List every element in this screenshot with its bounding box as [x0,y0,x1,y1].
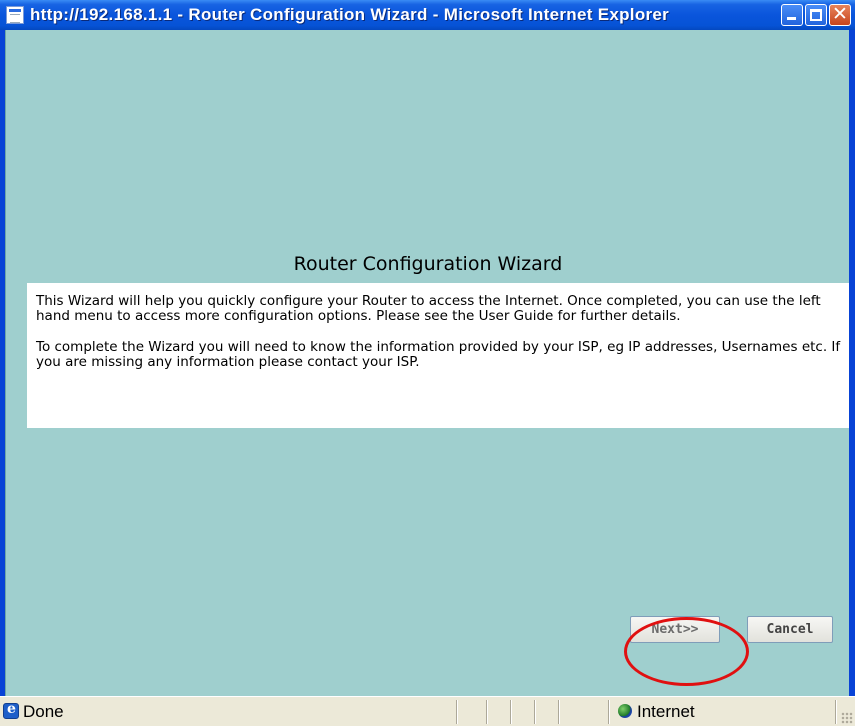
ie-page-icon [6,6,24,24]
resize-grip-icon[interactable] [841,712,853,724]
wizard-intro-paragraph: This Wizard will help you quickly config… [36,293,821,324]
status-divider [456,700,458,724]
status-divider [486,700,488,724]
title-bar[interactable]: http://192.168.1.1 - Router Configuratio… [0,0,855,30]
page-title: Router Configuration Wizard [293,253,563,275]
minimize-button[interactable] [781,4,803,26]
status-text: Done [23,702,64,721]
status-bar: Done Internet [0,696,855,726]
close-button[interactable]: ✕ [829,3,851,26]
globe-icon [618,704,632,718]
maximize-button[interactable] [805,4,827,26]
status-divider [510,700,512,724]
status-divider [558,700,560,724]
status-divider [534,700,536,724]
status-divider [608,700,610,724]
security-zone-text: Internet [637,702,695,721]
window-title: http://192.168.1.1 - Router Configuratio… [30,5,670,24]
highlight-ring-annotation [624,617,749,686]
minimize-icon [787,17,796,20]
window-frame-right [849,30,855,696]
close-icon: ✕ [832,3,848,25]
wizard-requirements-paragraph: To complete the Wizard you will need to … [36,339,841,370]
page-content: Router Configuration Wizard This Wizard … [5,30,849,696]
maximize-icon [810,9,822,21]
cancel-button[interactable]: Cancel [747,616,833,643]
window-controls: ✕ [781,3,851,26]
ie-logo-icon [3,701,19,719]
status-divider [835,700,837,724]
wizard-info-box: This Wizard will help you quickly config… [27,283,849,428]
